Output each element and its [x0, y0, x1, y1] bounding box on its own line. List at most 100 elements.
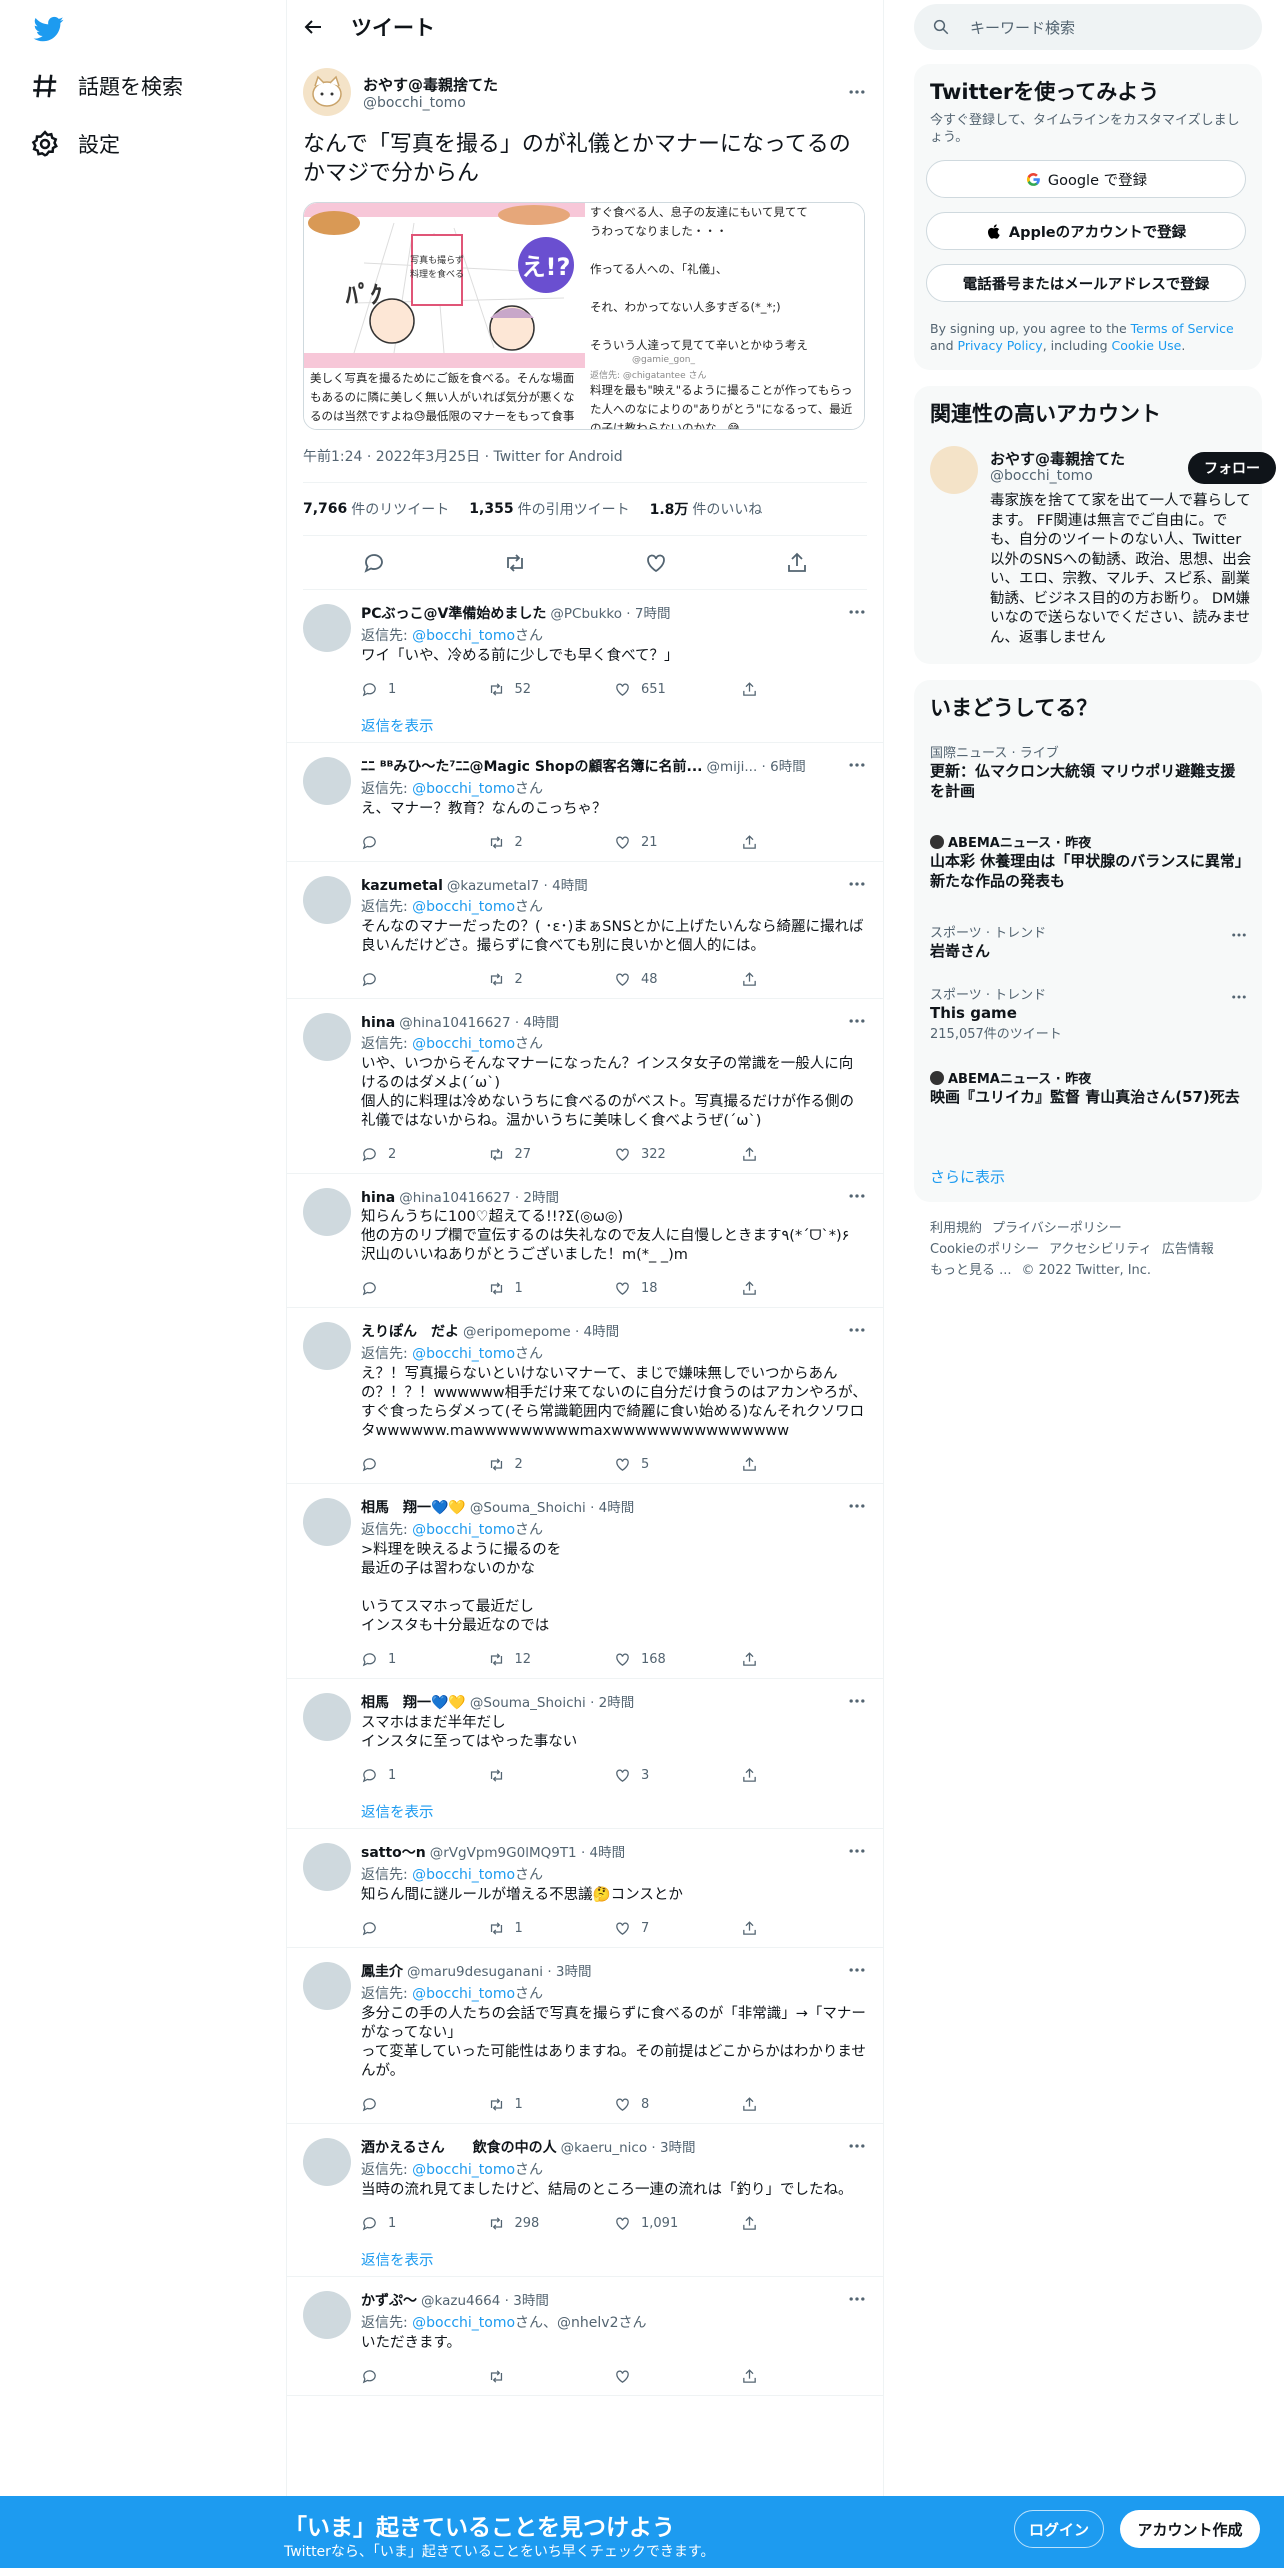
reply-icon[interactable]: [362, 551, 386, 575]
nav-settings[interactable]: 設定: [30, 124, 120, 164]
reply-tweet[interactable]: ﾆﾆ ᴮᴮみひ〜た⁷ﾆﾆ@Magic Shopの顧客名簿に名前... @miji.…: [287, 743, 883, 862]
heart-action[interactable]: 1,091: [614, 2215, 741, 2232]
tweet-media[interactable]: 写真も撮らず 料理を食べる ﾊﾟｸ え!? 美しく写真を撮るためにご飯を食べる。…: [303, 202, 865, 430]
retweet-action[interactable]: 2: [488, 834, 615, 851]
reply-tweet[interactable]: hina @hina10416627 · 2時間 知らんうちに100♡超えてる!!?…: [287, 1174, 883, 1308]
share-action[interactable]: [741, 681, 868, 698]
heart-action[interactable]: 168: [614, 1651, 741, 1668]
apple-signup-button[interactable]: Appleのアカウントで登録: [926, 212, 1246, 250]
share-action[interactable]: [741, 2368, 868, 2385]
trend-item[interactable]: ABEMAニュース · 昨夜 映画『ユリイカ』監督 青山真治さん(57)死去: [914, 1068, 1262, 1107]
reply-author-handle[interactable]: @kazu4664 · 3時間: [421, 2289, 549, 2309]
show-replies-link[interactable]: 返信を表示: [361, 2242, 867, 2276]
trend-item[interactable]: 国際ニュース · ライブ 更新：仏マクロン大統領 マリウポリ避難支援を計画: [914, 742, 1262, 801]
reply-author-handle[interactable]: @eripomepome · 4時間: [463, 1320, 619, 1340]
heart-action[interactable]: 18: [614, 1280, 741, 1297]
reply-author-name[interactable]: ﾆﾆ ᴮᴮみひ〜た⁷ﾆﾆ@Magic Shopの顧客名簿に名前...: [361, 756, 702, 776]
reply-tweet[interactable]: PCぶっこ@V準備始めました @PCbukko · 7時間 返信先: @bocchi…: [287, 590, 883, 743]
avatar[interactable]: [303, 2138, 351, 2186]
reply-author-name[interactable]: hina: [361, 1190, 395, 1206]
footer-link[interactable]: Cookieのポリシー: [930, 1242, 1039, 1257]
nav-explore[interactable]: 話題を検索: [30, 66, 183, 106]
more-options-icon[interactable]: [847, 2136, 867, 2156]
terms-link[interactable]: Terms of Service: [1131, 321, 1234, 336]
reply-author-name[interactable]: かずぷ〜: [361, 2290, 417, 2310]
more-options-icon[interactable]: [847, 82, 867, 102]
retweet-action[interactable]: 12: [488, 1651, 615, 1668]
reply-action[interactable]: [361, 971, 488, 988]
reply-to-user[interactable]: @bocchi_tomo: [412, 1867, 515, 1883]
reply-author-name[interactable]: hina: [361, 1015, 395, 1031]
media-image-left[interactable]: 写真も撮らず 料理を食べる ﾊﾟｸ え!? 美しく写真を撮るためにご飯を食べる。…: [304, 203, 585, 429]
reply-tweet[interactable]: 相馬 翔一💙💛 @Souma_Shoichi · 4時間 返信先: @bocchi_…: [287, 1484, 883, 1679]
reply-action[interactable]: [361, 1920, 488, 1937]
phone-signup-button[interactable]: 電話番号またはメールアドレスで登録: [926, 264, 1246, 302]
reply-tweet[interactable]: kazumetal @kazumetal7 · 4時間 返信先: @bocchi_t…: [287, 862, 883, 999]
share-action[interactable]: [741, 1651, 868, 1668]
reply-action[interactable]: [361, 1456, 488, 1473]
trend-item[interactable]: スポーツ · トレンド This game 215,057件のツイート: [914, 984, 1262, 1042]
more-options-icon[interactable]: [847, 2289, 867, 2309]
like-label[interactable]: 件のいいね: [692, 499, 762, 519]
signup-button[interactable]: アカウント作成: [1120, 2510, 1260, 2548]
retweet-action[interactable]: 1: [488, 1280, 615, 1297]
trend-item[interactable]: スポーツ · トレンド 岩嵜さん: [914, 922, 1262, 961]
reply-author-name[interactable]: 相馬 翔一💙💛: [361, 1497, 466, 1517]
reply-action[interactable]: [361, 2096, 488, 2113]
heart-action[interactable]: 322: [614, 1146, 741, 1163]
more-options-icon[interactable]: [847, 1691, 867, 1711]
reply-to-user[interactable]: @bocchi_tomo: [412, 899, 515, 915]
avatar[interactable]: [303, 1693, 351, 1741]
retweet-action[interactable]: 2: [488, 971, 615, 988]
more-options-icon[interactable]: [847, 1496, 867, 1516]
reply-author-handle[interactable]: @Souma_Shoichi · 4時間: [470, 1496, 634, 1516]
footer-link[interactable]: プライバシーポリシー: [992, 1221, 1122, 1236]
share-action[interactable]: [741, 1456, 868, 1473]
retweet-action[interactable]: 27: [488, 1146, 615, 1163]
share-icon[interactable]: [785, 551, 809, 575]
reply-to-user[interactable]: @bocchi_tomo: [412, 2315, 515, 2331]
share-action[interactable]: [741, 971, 868, 988]
heart-action[interactable]: 7: [614, 1920, 741, 1937]
author-handle[interactable]: @bocchi_tomo: [363, 95, 498, 111]
reply-author-name[interactable]: satto〜n: [361, 1842, 426, 1862]
quote-count[interactable]: 1,355: [469, 501, 513, 517]
heart-action[interactable]: 3: [614, 1767, 741, 1784]
avatar[interactable]: [303, 1498, 351, 1546]
more-options-icon[interactable]: [847, 1320, 867, 1340]
more-options-icon[interactable]: [847, 1186, 867, 1206]
more-options-icon[interactable]: [847, 755, 867, 775]
share-action[interactable]: [741, 1280, 868, 1297]
heart-action[interactable]: 5: [614, 1456, 741, 1473]
more-options-icon[interactable]: [847, 874, 867, 894]
avatar[interactable]: [303, 1843, 351, 1891]
heart-action[interactable]: 48: [614, 971, 741, 988]
retweet-label[interactable]: 件のリツイート: [351, 499, 449, 519]
more-options-icon[interactable]: [847, 1960, 867, 1980]
reply-to-user[interactable]: @bocchi_tomo: [412, 2162, 515, 2178]
retweet-action[interactable]: 52: [488, 681, 615, 698]
reply-action[interactable]: 1: [361, 1651, 488, 1668]
cookie-link[interactable]: Cookie Use: [1112, 338, 1182, 353]
more-options-icon[interactable]: [847, 1011, 867, 1031]
related-handle[interactable]: @bocchi_tomo: [990, 468, 1093, 484]
reply-author-handle[interactable]: @hina10416627 · 4時間: [399, 1011, 559, 1031]
reply-author-handle[interactable]: @kaeru_nico · 3時間: [561, 2136, 696, 2156]
footer-link[interactable]: アクセシビリティ: [1049, 1242, 1152, 1257]
login-button[interactable]: ログイン: [1014, 2510, 1104, 2548]
reply-action[interactable]: 1: [361, 681, 488, 698]
retweet-action[interactable]: 2: [488, 1456, 615, 1473]
reply-action[interactable]: 1: [361, 1767, 488, 1784]
reply-author-name[interactable]: えりぽん だよ: [361, 1321, 459, 1341]
author-name[interactable]: おやす@毒親捨てた: [363, 74, 498, 95]
share-action[interactable]: [741, 834, 868, 851]
avatar[interactable]: [303, 757, 351, 805]
retweet-action[interactable]: [488, 1767, 615, 1784]
reply-author-handle[interactable]: @maru9desuganani · 3時間: [407, 1960, 592, 1980]
privacy-link[interactable]: Privacy Policy: [958, 338, 1043, 353]
reply-tweet[interactable]: satto〜n @rVgVpm9G0lMQ9T1 · 4時間 返信先: @bocch…: [287, 1829, 883, 1948]
heart-action[interactable]: 8: [614, 2096, 741, 2113]
reply-tweet[interactable]: 酒かえるさん 飲食の中の人 @kaeru_nico · 3時間 返信先: @bocc…: [287, 2124, 883, 2277]
reply-author-name[interactable]: kazumetal: [361, 878, 443, 894]
heart-action[interactable]: 651: [614, 681, 741, 698]
